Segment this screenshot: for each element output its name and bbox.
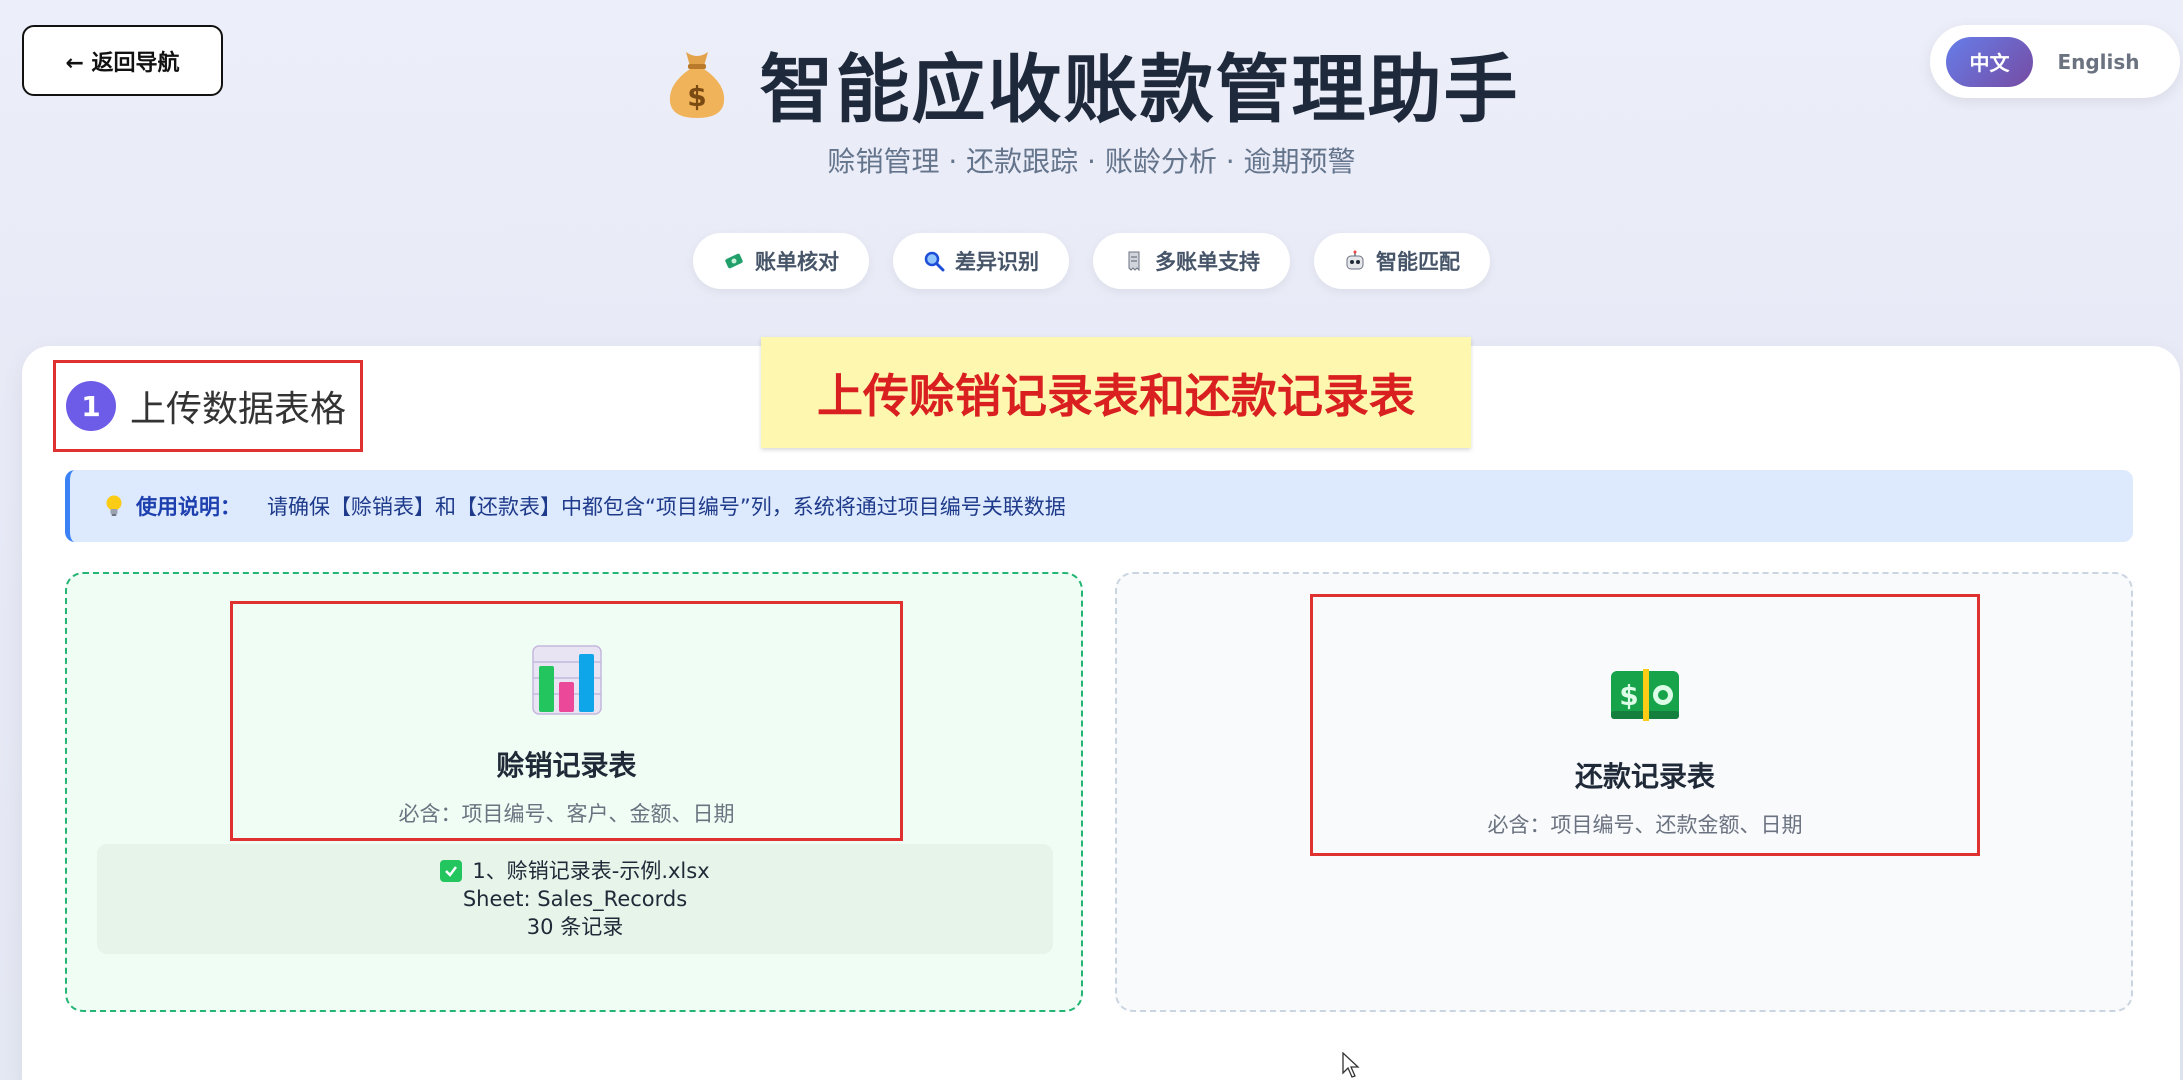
robot-icon [1346,250,1364,270]
sales-upload-zone[interactable]: 赊销记录表 必含：项目编号、客户、金额、日期 1、赊销记录表-示例.xlsx S… [65,572,1083,1012]
step-title-label: 上传数据表格 [130,389,347,430]
receipt-icon [1128,251,1140,272]
feature-multi-bill: 多账单支持 [1093,233,1290,289]
feature-label: 智能匹配 [1376,250,1460,274]
payment-zone-requirements: 必含：项目编号、还款金额、日期 [1487,813,1803,837]
sales-zone-requirements: 必含：项目编号、客户、金额、日期 [398,802,735,826]
lightbulb-icon [106,495,122,516]
payment-upload-zone[interactable]: $ 还款记录表 必含：项目编号、还款金额、日期 [1115,572,2133,1012]
feature-label: 账单核对 [755,250,839,274]
feature-list: 账单核对 差异识别 多账单支持 智能匹配 [0,233,2183,289]
tip-label: 使用说明： [136,495,241,519]
feature-bill-check: 账单核对 [693,233,869,289]
feature-diff-detect: 差异识别 [893,233,1069,289]
step-title: 1 上传数据表格 [53,360,363,452]
check-icon [440,860,463,882]
page-header: $ 智能应收账款管理助手 [0,30,2183,137]
payment-upload-target[interactable]: $ 还款记录表 必含：项目编号、还款金额、日期 [1310,594,1980,856]
uploaded-file-info: 1、赊销记录表-示例.xlsx Sheet: Sales_Records 30 … [97,844,1053,954]
money-bag-icon: $ [669,51,724,118]
sales-zone-title: 赊销记录表 [496,749,637,782]
money-stack-icon [725,253,743,269]
svg-text:$: $ [1619,679,1638,712]
file-record-count: 30 条记录 [526,915,624,939]
feature-smart-match: 智能匹配 [1314,233,1490,289]
mouse-cursor-icon [1342,1052,1360,1078]
page-subtitle: 赊销管理 · 还款跟踪 · 账龄分析 · 逾期预警 [827,145,1356,178]
dollar-bill-icon: $ [1611,669,1679,721]
file-sheet: Sheet: Sales_Records [462,887,688,911]
file-name: 1、赊销记录表-示例.xlsx [472,859,710,883]
sales-upload-target[interactable]: 赊销记录表 必含：项目编号、客户、金额、日期 [230,601,903,841]
bar-chart-icon [531,645,602,715]
annotation-note: 上传赊销记录表和还款记录表 [761,337,1471,448]
step-number-badge: 1 [66,381,116,431]
usage-tip: 使用说明： 请确保【赊销表】和【还款表】中都包含“项目编号”列，系统将通过项目编… [65,470,2133,542]
tip-text: 请确保【赊销表】和【还款表】中都包含“项目编号”列，系统将通过项目编号关联数据 [267,495,1066,519]
magnifier-icon [924,251,945,272]
feature-label: 差异识别 [955,250,1039,274]
payment-zone-title: 还款记录表 [1574,760,1715,793]
page-title: 智能应收账款管理助手 [759,47,1520,133]
svg-text:$: $ [687,80,706,113]
feature-label: 多账单支持 [1155,250,1260,274]
